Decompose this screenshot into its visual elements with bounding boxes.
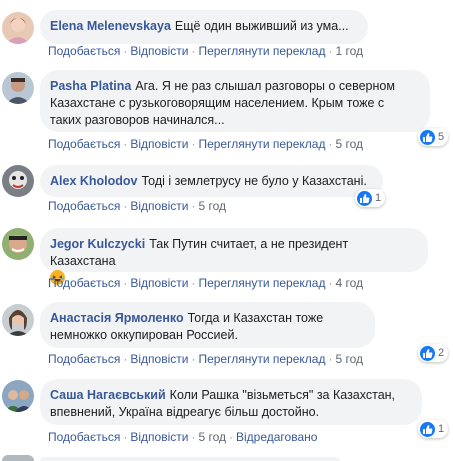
like-link[interactable]: Подобається [48,199,120,213]
comment-bubble: Alex Kholodov Тоді і землетрусу не було у… [40,165,383,197]
translate-link[interactable]: Переглянути переклад [198,44,325,58]
reaction-number: 5 [438,131,445,143]
avatar-image [2,12,34,44]
timestamp[interactable]: 1 год [335,44,363,58]
like-reaction-icon [420,345,435,361]
comment-actions: Подобається · Відповісти · Переглянути перек… [48,352,364,366]
avatar-image [2,72,34,104]
like-reaction-icon [420,129,435,145]
translate-link[interactable]: Переглянути переклад [198,276,325,290]
timestamp[interactable]: 4 год [335,276,363,290]
comment-actions: Подобається · Відповісти · Переглянути перек… [48,137,364,151]
like-link[interactable]: Подобається [48,352,120,366]
reply-link[interactable]: Відповісти [130,352,188,366]
like-reaction-icon [420,421,435,437]
translate-link[interactable]: Переглянути переклад [198,137,325,151]
reply-link[interactable]: Відповісти [130,430,188,444]
timestamp[interactable]: 5 год [335,352,363,366]
reply-link[interactable]: Відповісти [130,44,188,58]
reaction-count[interactable]: 5 [418,128,449,146]
avatar-image [2,228,34,260]
comment-author[interactable]: Pasha Platina [50,79,131,93]
avatar[interactable] [2,12,34,44]
reaction-number: 2 [438,347,445,359]
comment-actions: Подобається · Відповісти · 5 год [48,199,226,213]
comment-bubble: Саша Нагаєвський Коли Рашка "візьметься" … [40,379,422,425]
comment-author[interactable]: Elena Melenevskaya [50,19,171,33]
avatar[interactable] [2,228,34,260]
comment-author[interactable]: Саша Нагаєвський [50,388,166,402]
like-reaction-icon [357,190,372,206]
avatar [2,455,34,461]
comment-bubble: Jegor Kulczycki Так Путин считает, а не п… [40,228,428,285]
reply-link[interactable]: Відповісти [130,137,188,151]
like-link[interactable]: Подобається [48,137,120,151]
reply-link[interactable]: Відповісти [130,199,188,213]
timestamp[interactable]: 5 год [198,199,226,213]
edited-link[interactable]: Відредаговано [236,430,317,444]
avatar-image [2,165,34,197]
comment-actions: Подобається · Відповісти · 5 год · Відредагова… [48,430,318,444]
comment-author[interactable]: Анастасія Ярмоленко [50,311,184,325]
reaction-number: 1 [438,423,445,435]
comment-text: Ещё один выживший из ума... [174,19,349,33]
avatar[interactable] [2,304,34,336]
comment-actions: Подобається · Відповісти · Переглянути перек… [48,276,364,290]
reaction-count[interactable]: 2 [418,344,449,362]
comment-actions: Подобається · Відповісти · Переглянути перек… [48,44,364,58]
translate-link[interactable]: Переглянути переклад [198,352,325,366]
avatar[interactable] [2,380,34,412]
like-link[interactable]: Подобається [48,276,120,290]
comment-author[interactable]: Jegor Kulczycki [50,237,145,251]
avatar-image [2,380,34,412]
comment-bubble [40,457,340,461]
reply-link[interactable]: Відповісти [130,276,188,290]
reaction-count[interactable]: 1 [355,189,386,207]
comment-author[interactable]: Alex Kholodov [50,174,138,188]
comment-bubble: Elena Melenevskaya Ещё один выживший из у… [40,10,368,44]
avatar[interactable] [2,165,34,197]
avatar[interactable] [2,72,34,104]
avatar-image [2,304,34,336]
timestamp[interactable]: 5 год [198,430,226,444]
next-comment-partial [0,455,453,461]
timestamp[interactable]: 5 год [335,137,363,151]
comment-text: Тоді і землетрусу не було у Казахстані. [141,174,367,188]
like-link[interactable]: Подобається [48,44,120,58]
comment-bubble: Анастасія Ярмоленко Тогда и Казахстан тож… [40,302,375,348]
like-link[interactable]: Подобається [48,430,120,444]
reaction-count[interactable]: 1 [418,420,449,438]
comment-bubble: Pasha Platina Ага. Я не раз слышал разгов… [40,70,430,132]
reaction-number: 1 [375,192,382,204]
